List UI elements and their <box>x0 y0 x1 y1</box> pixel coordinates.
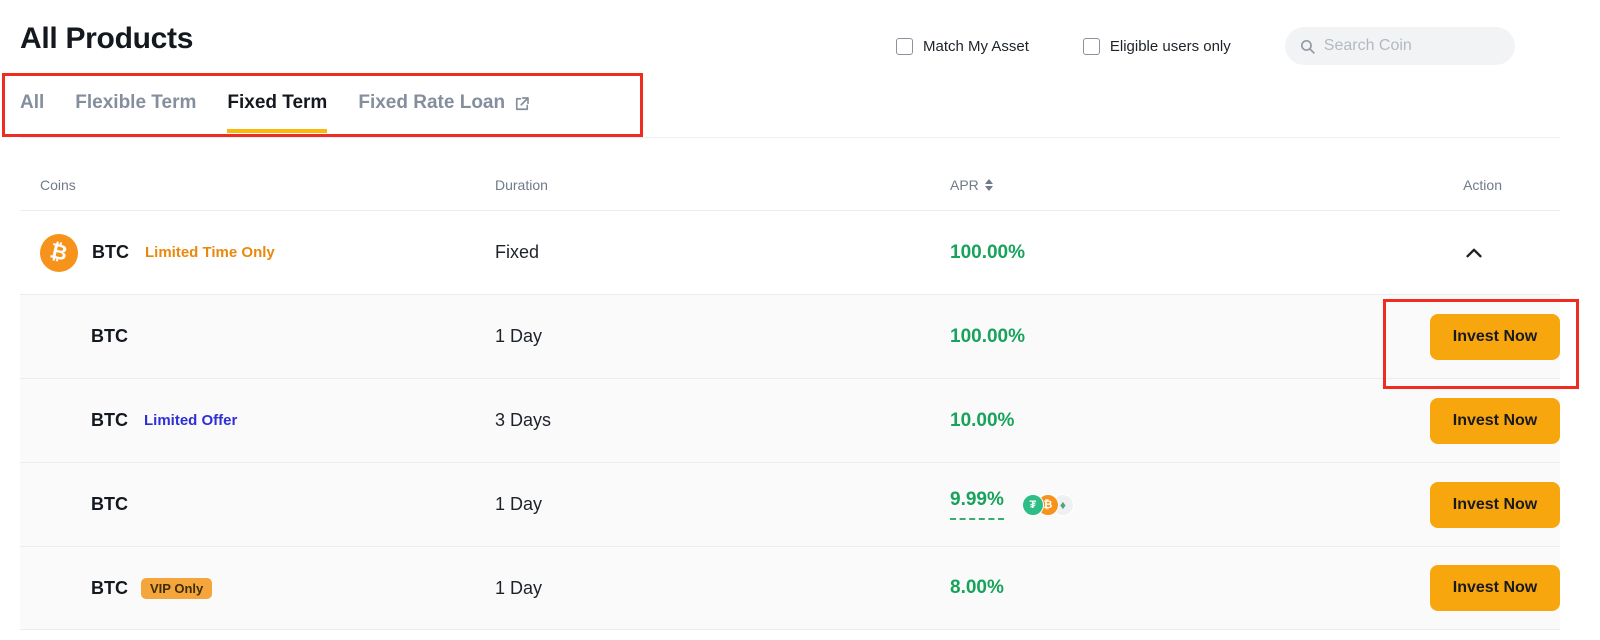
limited-offer-tag[interactable]: Limited Offer <box>144 412 237 429</box>
table-header-row: Coins Duration APR Action <box>20 160 1560 210</box>
duration-cell: Fixed <box>475 242 930 263</box>
tab-all[interactable]: All <box>20 92 44 133</box>
coin-name: BTC <box>91 494 128 515</box>
coin-name: BTC <box>91 578 128 599</box>
apr-value: 100.00% <box>950 242 1025 264</box>
apr-value: 10.00% <box>950 410 1014 432</box>
duration-cell: 1 Day <box>475 494 930 515</box>
product-tabs: All Flexible Term Fixed Term Fixed Rate … <box>20 92 531 133</box>
apr-sort-icon[interactable] <box>985 179 993 191</box>
apr-value: 100.00% <box>950 326 1025 348</box>
invest-now-button[interactable]: Invest Now <box>1430 482 1560 528</box>
collapse-row-button[interactable] <box>1463 242 1485 264</box>
apr-value: 8.00% <box>950 577 1004 599</box>
search-coin-box[interactable] <box>1285 27 1515 65</box>
search-icon <box>1299 38 1316 55</box>
products-table: Coins Duration APR Action ₿ BTC Limited … <box>20 160 1560 630</box>
duration-cell: 1 Day <box>475 326 930 347</box>
tab-fixed-rate-loan[interactable]: Fixed Rate Loan <box>358 92 531 133</box>
coin-name: BTC <box>92 242 129 263</box>
header-coins: Coins <box>20 177 475 193</box>
match-my-asset-label: Match My Asset <box>923 38 1029 55</box>
tab-flexible-term-label: Flexible Term <box>75 92 196 114</box>
tab-fixed-term[interactable]: Fixed Term <box>227 92 327 133</box>
invest-now-button[interactable]: Invest Now <box>1430 398 1560 444</box>
match-my-asset-checkbox[interactable] <box>896 38 913 55</box>
page-title: All Products <box>20 22 193 56</box>
filter-controls: Match My Asset Eligible users only <box>896 26 1515 66</box>
tabs-divider <box>20 137 1560 138</box>
duration-cell: 1 Day <box>475 578 930 599</box>
invest-now-button[interactable]: Invest Now <box>1430 314 1560 360</box>
tab-fixed-term-label: Fixed Term <box>227 92 327 114</box>
search-coin-input[interactable] <box>1324 37 1484 55</box>
coin-name: BTC <box>91 410 128 431</box>
tab-all-label: All <box>20 92 44 114</box>
eligible-users-label: Eligible users only <box>1110 38 1231 55</box>
coin-name: BTC <box>91 326 128 347</box>
coins-cell: ₿ BTC Limited Time Only <box>20 234 475 272</box>
external-link-icon <box>513 95 531 113</box>
limited-time-only-tag: Limited Time Only <box>145 244 275 261</box>
invest-now-button[interactable]: Invest Now <box>1430 565 1560 611</box>
match-my-asset-checkbox-group[interactable]: Match My Asset <box>896 38 1029 55</box>
btc-coin-icon: ₿ <box>40 234 78 272</box>
table-row: BTC 1 Day 9.99% ₮ ₿ ♦ Invest Now <box>20 462 1560 546</box>
duration-cell: 3 Days <box>475 410 930 431</box>
table-row: BTC Limited Offer 3 Days 10.00% Invest N… <box>20 378 1560 462</box>
table-row: ₿ BTC Limited Time Only Fixed 100.00% <box>20 210 1560 294</box>
header-apr-cell: APR <box>930 177 1388 193</box>
header-action: Action <box>1388 177 1560 193</box>
header-duration: Duration <box>475 177 930 193</box>
usdt-coin-icon: ₮ <box>1022 494 1044 516</box>
apr-value-tooltip[interactable]: 9.99% <box>950 489 1004 520</box>
all-products-page: All Products Match My Asset Eligible use… <box>0 0 1600 640</box>
eligible-users-checkbox[interactable] <box>1083 38 1100 55</box>
header-apr-label: APR <box>950 177 979 193</box>
table-row: BTC VIP Only 1 Day 8.00% Invest Now <box>20 546 1560 630</box>
tab-flexible-term[interactable]: Flexible Term <box>75 92 196 133</box>
eligible-users-checkbox-group[interactable]: Eligible users only <box>1083 38 1231 55</box>
bonus-asset-icons: ₮ ₿ ♦ <box>1022 494 1074 516</box>
chevron-up-icon <box>1463 242 1485 264</box>
table-row: BTC 1 Day 100.00% Invest Now <box>20 294 1560 378</box>
vip-only-badge: VIP Only <box>141 578 212 599</box>
tab-fixed-rate-loan-label: Fixed Rate Loan <box>358 92 505 114</box>
